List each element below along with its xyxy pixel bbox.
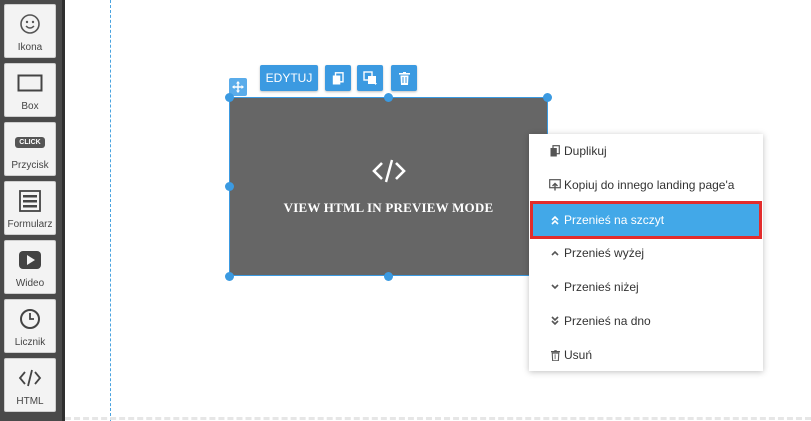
sidebar-item-label: Formularz: [7, 219, 53, 230]
double-chevron-down-icon: [549, 316, 561, 326]
sidebar-item-icon[interactable]: Ikona: [4, 4, 56, 58]
click-button-icon: CLICK: [5, 129, 55, 155]
form-icon: [5, 188, 55, 214]
resize-handle-top-right[interactable]: [543, 93, 552, 102]
sidebar-item-button[interactable]: CLICK Przycisk: [4, 122, 56, 176]
copy-to-page-icon: [549, 179, 561, 191]
resize-handle-left[interactable]: [225, 182, 234, 191]
menu-item-label: Usuń: [564, 348, 593, 362]
menu-item-send-to-back[interactable]: Przenieś na dno: [529, 304, 763, 338]
menu-item-duplicate[interactable]: Duplikuj: [529, 134, 763, 168]
resize-handle-top-left[interactable]: [225, 93, 234, 102]
menu-item-delete[interactable]: Usuń: [529, 338, 763, 372]
widget-caption: VIEW HTML IN PREVIEW MODE: [283, 200, 494, 215]
smiley-icon: [5, 11, 55, 37]
click-badge: CLICK: [15, 136, 45, 148]
sidebar-item-label: Box: [21, 101, 39, 112]
trash-icon: [398, 71, 410, 85]
menu-item-label: Przenieś na szczyt: [564, 213, 665, 227]
sidebar-item-video[interactable]: Wideo: [4, 240, 56, 294]
menu-item-bring-to-front[interactable]: Przenieś na szczyt: [530, 201, 762, 239]
edit-button[interactable]: EDYTUJ: [260, 65, 318, 91]
sidebar-item-form[interactable]: Formularz: [4, 181, 56, 235]
resize-handle-top[interactable]: [384, 93, 393, 102]
menu-item-label: Przenieś wyżej: [564, 246, 645, 260]
box-icon: [5, 70, 55, 96]
delete-button[interactable]: [391, 65, 417, 91]
trash-icon: [549, 349, 561, 361]
menu-item-send-backward[interactable]: Przenieś niżej: [529, 270, 763, 304]
sidebar-item-label: Licznik: [14, 337, 46, 348]
context-menu: Duplikuj Kopiuj do innego landing page'a…: [529, 134, 763, 371]
menu-item-label: Przenieś niżej: [564, 280, 639, 294]
resize-handle-bottom[interactable]: [384, 272, 393, 281]
menu-item-label: Duplikuj: [564, 144, 607, 158]
resize-handle-bottom-left[interactable]: [225, 272, 234, 281]
video-play-icon: [5, 247, 55, 273]
move-arrows-icon: [232, 81, 244, 93]
sidebar-item-label: Ikona: [17, 42, 43, 53]
element-sidebar: Ikona Box CLICK Przycisk Formularz Wideo…: [0, 0, 62, 421]
section-guide-line: [110, 0, 111, 421]
duplicate-icon: [549, 145, 561, 157]
duplicate-button[interactable]: [325, 65, 351, 91]
sidebar-divider: [62, 0, 65, 421]
sidebar-item-label: Przycisk: [11, 160, 49, 171]
copy-icon: [332, 71, 344, 85]
chevron-down-icon: [549, 284, 561, 290]
menu-item-label: Przenieś na dno: [564, 314, 651, 328]
sidebar-item-html[interactable]: HTML: [4, 358, 56, 412]
layers-icon: [363, 71, 377, 85]
menu-item-bring-forward[interactable]: Przenieś wyżej: [529, 236, 763, 270]
menu-item-copy-to-page[interactable]: Kopiuj do innego landing page'a: [529, 168, 763, 202]
sidebar-item-label: Wideo: [15, 278, 45, 289]
code-icon: [5, 365, 55, 391]
sidebar-item-label: HTML: [16, 396, 44, 407]
arrange-button[interactable]: [357, 65, 383, 91]
html-widget[interactable]: VIEW HTML IN PREVIEW MODE: [229, 97, 548, 276]
double-chevron-up-icon: [549, 215, 561, 225]
chevron-up-icon: [549, 250, 561, 256]
code-icon: [230, 158, 547, 184]
section-bottom-border: [65, 417, 811, 420]
sidebar-item-box[interactable]: Box: [4, 63, 56, 117]
clock-icon: [5, 306, 55, 332]
sidebar-item-counter[interactable]: Licznik: [4, 299, 56, 353]
menu-item-label: Kopiuj do innego landing page'a: [564, 178, 735, 192]
